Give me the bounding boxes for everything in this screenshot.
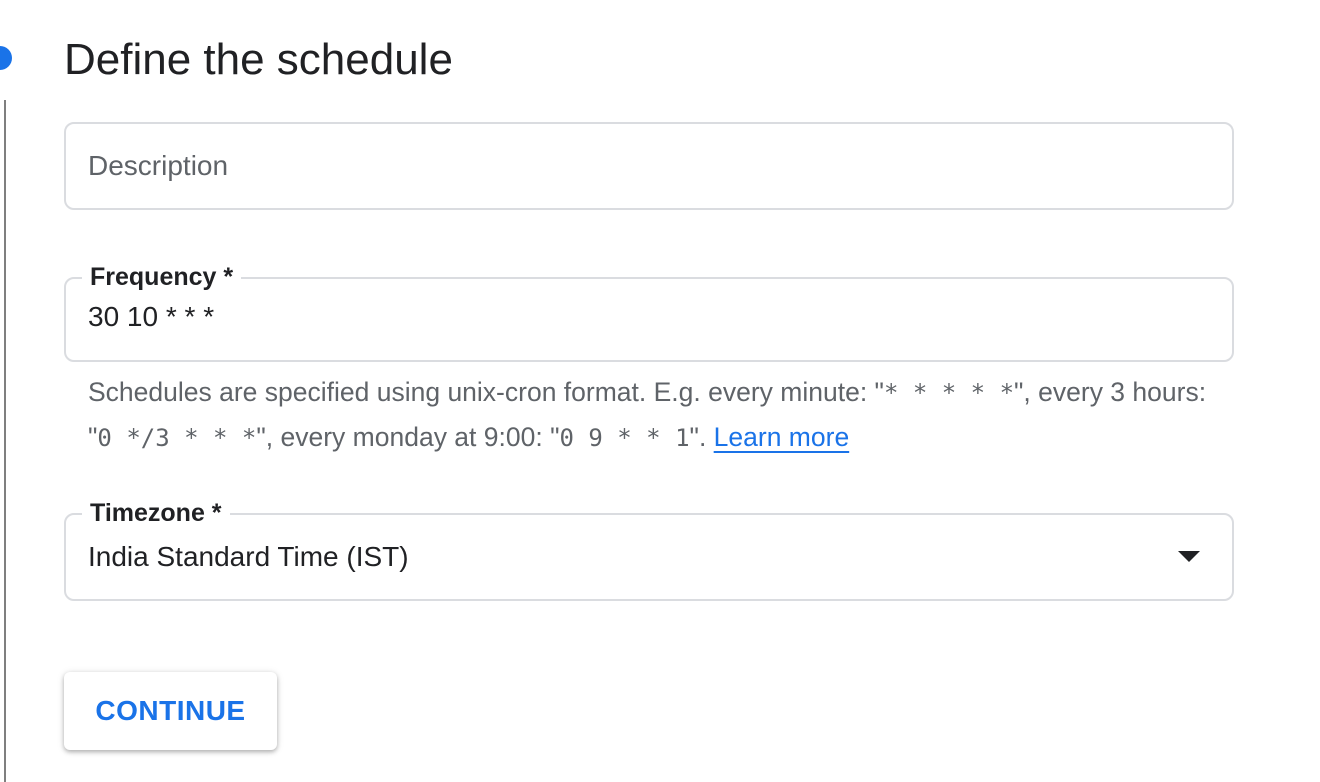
description-placeholder: Description — [88, 150, 229, 181]
step-title: Define the schedule — [64, 35, 453, 84]
arrow-drop-down-icon[interactable] — [1178, 551, 1200, 562]
help-mid-2: ", every monday at 9:00: " — [256, 422, 560, 452]
help-end: ". — [689, 422, 714, 452]
example-every-3-hours: 0 */3 * * * — [97, 424, 257, 452]
example-every-monday: 0 9 * * 1 — [559, 424, 690, 452]
frequency-help-text: Schedules are specified using unix-cron … — [88, 370, 1208, 460]
learn-more-link[interactable]: Learn more — [714, 422, 850, 452]
frequency-field[interactable]: Frequency * 30 10 * * * — [64, 261, 1234, 362]
timezone-label: Timezone * — [82, 497, 230, 529]
help-intro: Schedules are specified using unix-cron … — [88, 377, 884, 407]
continue-button[interactable]: CONTINUE — [64, 672, 277, 750]
timezone-select[interactable]: Timezone * India Standard Time (IST) — [64, 497, 1234, 601]
stepper-line — [4, 100, 6, 782]
example-every-minute: * * * * * — [883, 379, 1015, 407]
schedule-step: Define the schedule Description Frequenc… — [0, 0, 1320, 782]
frequency-label: Frequency * — [82, 261, 242, 293]
timezone-selected-value: India Standard Time (IST) — [88, 541, 409, 572]
description-field[interactable]: Description — [64, 122, 1234, 210]
step-indicator-dot — [0, 46, 12, 70]
frequency-value[interactable]: 30 10 * * * — [88, 299, 214, 335]
